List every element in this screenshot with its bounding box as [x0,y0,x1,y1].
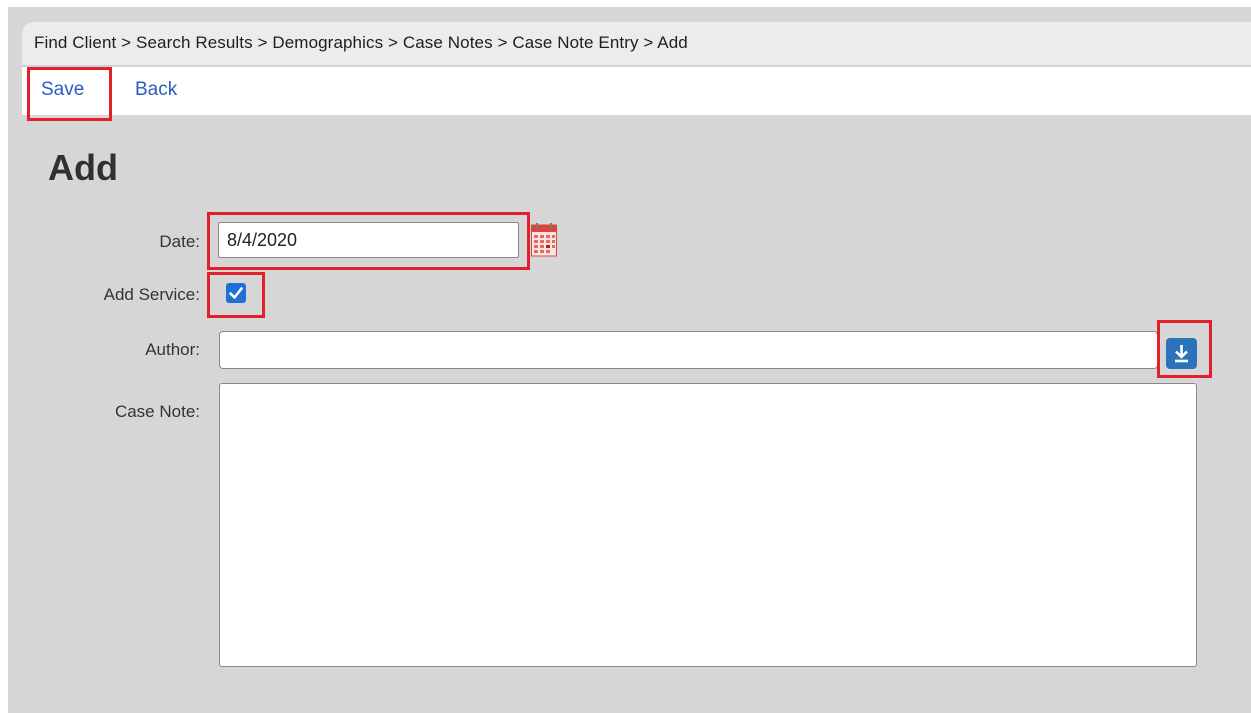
page-title: Add [48,147,118,188]
author-label: Author: [145,340,200,359]
author-input[interactable] [219,331,1158,369]
download-arrow-icon [1175,345,1188,363]
add-service-checkbox[interactable] [226,283,246,303]
breadcrumb-bar: Find Client > Search Results > Demograph… [22,22,1251,66]
date-label: Date: [159,232,200,251]
checkmark-icon [229,287,243,299]
author-lookup-button[interactable] [1166,338,1197,369]
breadcrumb: Find Client > Search Results > Demograph… [34,33,688,52]
page-background: Find Client > Search Results > Demograph… [0,0,1251,713]
case-note-label: Case Note: [114,402,200,421]
date-input[interactable] [218,222,519,258]
save-link[interactable]: Save [41,79,84,101]
toolbar: Save Back [22,67,1251,115]
add-service-label: Add Service: [103,285,200,304]
back-link[interactable]: Back [135,79,177,101]
calendar-icon[interactable] [531,223,557,257]
case-note-textarea[interactable] [219,383,1197,667]
